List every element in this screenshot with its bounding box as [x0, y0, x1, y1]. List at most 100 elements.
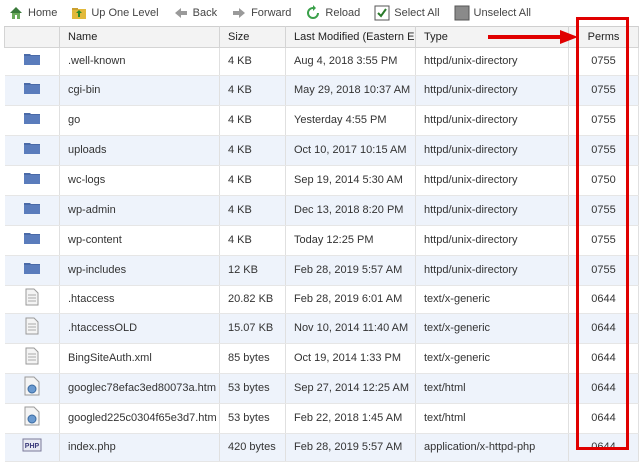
table-row[interactable]: wp-admin 4 KB Dec 13, 2018 8:20 PM httpd/un…	[4, 195, 639, 226]
table-row[interactable]: wp-content 4 KB Today 12:25 PM httpd/unix-d…	[4, 225, 639, 256]
select-all-label: Select All	[394, 7, 440, 19]
file-size: 12 KB	[219, 255, 286, 286]
file-modified: Sep 27, 2014 12:25 AM	[285, 373, 416, 404]
column-header-modified[interactable]: Last Modified (Eastern E	[285, 26, 416, 48]
file-modified: Oct 10, 2017 10:15 AM	[285, 135, 416, 166]
folder-icon	[23, 173, 41, 189]
home-button[interactable]: Home	[8, 5, 57, 21]
table-row[interactable]: go 4 KB Yesterday 4:55 PM httpd/unix-direct…	[4, 105, 639, 136]
unselect-all-label: Unselect All	[473, 7, 532, 19]
file-icon-cell[interactable]	[4, 343, 60, 374]
php-file-icon: PHP	[22, 438, 42, 456]
file-icon-cell[interactable]	[4, 195, 60, 226]
table-row[interactable]: cgi-bin 4 KB May 29, 2018 10:37 AM httpd/un…	[4, 75, 639, 106]
table-row[interactable]: BingSiteAuth.xml 85 bytes Oct 19, 2014 1:3…	[4, 343, 639, 374]
home-label: Home	[28, 7, 58, 19]
file-modified: Feb 28, 2019 5:57 AM	[285, 433, 416, 462]
file-name[interactable]: .htaccess	[59, 285, 220, 314]
file-icon-cell[interactable]	[4, 75, 60, 106]
file-size: 420 bytes	[219, 433, 286, 462]
up-one-level-button[interactable]: Up One Level	[71, 5, 159, 21]
file-modified: May 29, 2018 10:37 AM	[285, 75, 416, 106]
file-modified: Aug 4, 2018 3:55 PM	[285, 47, 416, 76]
table-row[interactable]: uploads 4 KB Oct 10, 2017 10:15 AM httpd/un…	[4, 135, 639, 166]
file-name[interactable]: wc-logs	[59, 165, 220, 196]
unselect-all-button[interactable]: Unselect All	[454, 5, 531, 21]
file-size: 53 bytes	[219, 403, 286, 434]
table-row[interactable]: .htaccess 20.82 KB Feb 28, 2019 6:01 AM tex…	[4, 285, 639, 314]
file-icon-cell[interactable]	[4, 285, 60, 314]
file-size: 4 KB	[219, 105, 286, 136]
file-modified: Today 12:25 PM	[285, 225, 416, 256]
file-size: 20.82 KB	[219, 285, 286, 314]
table-row[interactable]: .htaccessOLD 15.07 KB Nov 10, 2014 11:40 A…	[4, 313, 639, 344]
file-type: httpd/unix-directory	[415, 225, 569, 256]
file-icon-cell[interactable]: PHP	[4, 433, 60, 462]
home-icon	[8, 5, 24, 21]
reload-button[interactable]: Reload	[305, 5, 360, 21]
file-type: text/html	[415, 373, 569, 404]
file-type: text/x-generic	[415, 313, 569, 344]
folder-icon	[23, 263, 41, 279]
file-name[interactable]: googled225c0304f65e3d7.htm	[59, 403, 220, 434]
file-type: httpd/unix-directory	[415, 135, 569, 166]
table-row[interactable]: wp-includes 12 KB Feb 28, 2019 5:57 AM http…	[4, 255, 639, 286]
table-row[interactable]: googlec78efac3ed80073a.htm 53 bytes Sep 27…	[4, 373, 639, 404]
file-size: 4 KB	[219, 47, 286, 76]
file-modified: Dec 13, 2018 8:20 PM	[285, 195, 416, 226]
text-file-icon	[25, 288, 39, 309]
file-name[interactable]: googlec78efac3ed80073a.htm	[59, 373, 220, 404]
folder-icon	[23, 83, 41, 99]
table-row[interactable]: wc-logs 4 KB Sep 19, 2014 5:30 AM httpd/uni…	[4, 165, 639, 196]
table-row[interactable]: PHP index.php 420 bytes Feb 28, 2019 5:57 A…	[4, 433, 639, 462]
file-type: text/x-generic	[415, 285, 569, 314]
file-icon-cell[interactable]	[4, 105, 60, 136]
checkbox-checked-icon	[374, 5, 390, 21]
file-icon-cell[interactable]	[4, 165, 60, 196]
folder-icon	[23, 203, 41, 219]
file-name[interactable]: wp-content	[59, 225, 220, 256]
file-name[interactable]: cgi-bin	[59, 75, 220, 106]
file-modified: Sep 19, 2014 5:30 AM	[285, 165, 416, 196]
file-icon-cell[interactable]	[4, 313, 60, 344]
file-size: 4 KB	[219, 195, 286, 226]
file-type: application/x-httpd-php	[415, 433, 569, 462]
file-modified: Feb 28, 2019 5:57 AM	[285, 255, 416, 286]
arrow-left-icon	[173, 5, 189, 21]
file-name[interactable]: wp-includes	[59, 255, 220, 286]
select-all-button[interactable]: Select All	[374, 5, 440, 21]
forward-label: Forward	[251, 7, 292, 19]
html-file-icon	[24, 376, 40, 399]
file-name[interactable]: .htaccessOLD	[59, 313, 220, 344]
file-name[interactable]: uploads	[59, 135, 220, 166]
folder-icon	[23, 233, 41, 249]
file-name[interactable]: wp-admin	[59, 195, 220, 226]
file-table: Name Size Last Modified (Eastern E Type …	[4, 26, 639, 462]
back-button[interactable]: Back	[173, 5, 217, 21]
html-file-icon	[24, 406, 40, 429]
forward-button[interactable]: Forward	[231, 5, 291, 21]
svg-text:PHP: PHP	[25, 443, 40, 450]
file-name[interactable]: index.php	[59, 433, 220, 462]
column-header-size[interactable]: Size	[219, 26, 286, 48]
file-icon-cell[interactable]	[4, 373, 60, 404]
back-label: Back	[192, 7, 218, 19]
reload-icon	[305, 5, 321, 21]
file-name[interactable]: BingSiteAuth.xml	[59, 343, 220, 374]
table-row[interactable]: googled225c0304f65e3d7.htm 53 bytes Feb 22…	[4, 403, 639, 434]
file-size: 4 KB	[219, 135, 286, 166]
file-modified: Feb 28, 2019 6:01 AM	[285, 285, 416, 314]
file-icon-cell[interactable]	[4, 225, 60, 256]
file-size: 4 KB	[219, 75, 286, 106]
column-header-name[interactable]: Name	[59, 26, 220, 48]
folder-icon	[23, 143, 41, 159]
file-size: 4 KB	[219, 225, 286, 256]
file-name[interactable]: .well-known	[59, 47, 220, 76]
table-row[interactable]: .well-known 4 KB Aug 4, 2018 3:55 PM httpd/…	[4, 47, 639, 76]
file-icon-cell[interactable]	[4, 47, 60, 76]
column-header-icon	[4, 26, 60, 48]
file-name[interactable]: go	[59, 105, 220, 136]
file-icon-cell[interactable]	[4, 403, 60, 434]
file-icon-cell[interactable]	[4, 135, 60, 166]
file-icon-cell[interactable]	[4, 255, 60, 286]
